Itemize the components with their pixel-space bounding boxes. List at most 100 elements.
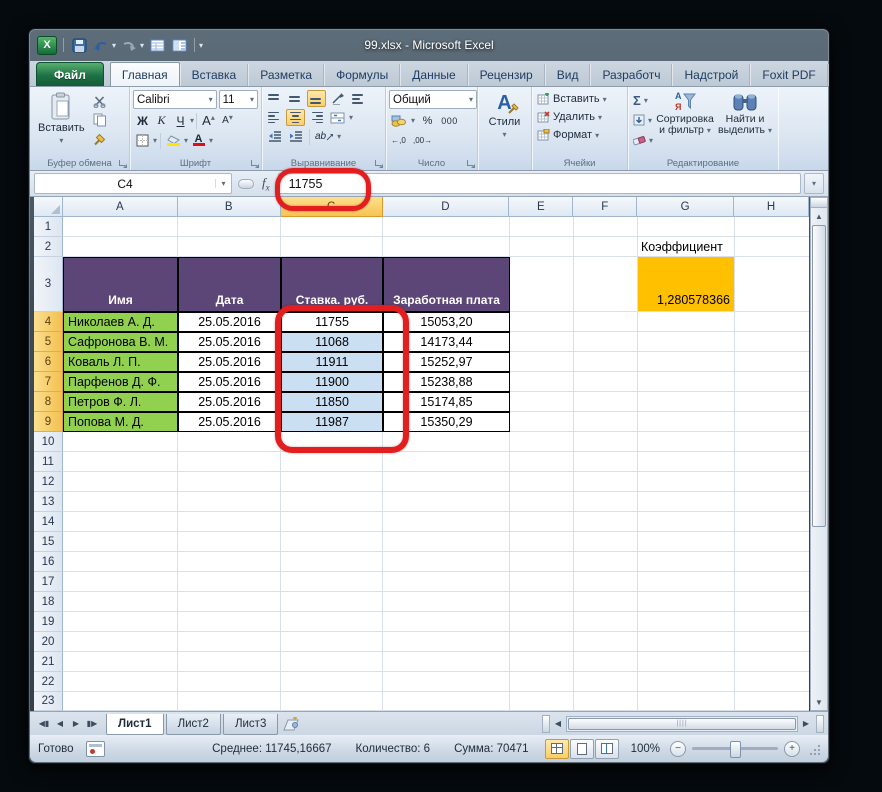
dialog-launcher-icon[interactable] bbox=[118, 159, 127, 168]
cell-E14[interactable] bbox=[510, 512, 574, 532]
cell-A22[interactable] bbox=[63, 672, 178, 692]
fill-color-dropdown-icon[interactable]: ▾ bbox=[184, 136, 188, 145]
cell-G14[interactable] bbox=[638, 512, 735, 532]
row-header-14[interactable]: 14 bbox=[34, 512, 63, 532]
customize-qat-icon[interactable]: ▾ bbox=[199, 41, 203, 50]
cell-A2[interactable] bbox=[63, 237, 178, 257]
row-header-5[interactable]: 5 bbox=[34, 332, 63, 352]
cell-C3[interactable]: Ставка. руб. bbox=[281, 257, 383, 312]
cell-B17[interactable] bbox=[178, 572, 281, 592]
align-right-icon[interactable] bbox=[307, 109, 326, 126]
tab-file[interactable]: Файл bbox=[36, 62, 104, 86]
align-bottom-icon[interactable] bbox=[307, 90, 326, 107]
align-center-icon[interactable] bbox=[286, 109, 305, 126]
font-size-select[interactable]: 11▾ bbox=[219, 90, 258, 109]
cell-C15[interactable] bbox=[281, 532, 383, 552]
zoom-slider-thumb[interactable] bbox=[730, 741, 741, 758]
ribbon-tab-0[interactable]: Главная bbox=[110, 62, 180, 86]
orientation-icon[interactable] bbox=[328, 90, 347, 107]
macro-record-icon[interactable] bbox=[86, 741, 105, 757]
cell-C5[interactable]: 11068 bbox=[281, 332, 383, 352]
row-header-3[interactable]: 3 bbox=[34, 257, 63, 312]
row-header-10[interactable]: 10 bbox=[34, 432, 63, 452]
cell-E2[interactable] bbox=[510, 237, 574, 257]
cell-H5[interactable] bbox=[735, 332, 809, 352]
cell-F21[interactable] bbox=[574, 652, 638, 672]
row-header-20[interactable]: 20 bbox=[34, 632, 63, 652]
increase-indent-icon[interactable] bbox=[286, 128, 305, 145]
ribbon-tab-4[interactable]: Данные bbox=[400, 64, 467, 86]
page-break-view-button[interactable] bbox=[595, 739, 619, 759]
cell-D16[interactable] bbox=[383, 552, 510, 572]
ribbon-tab-3[interactable]: Формулы bbox=[324, 64, 400, 86]
cell-B15[interactable] bbox=[178, 532, 281, 552]
cell-F11[interactable] bbox=[574, 452, 638, 472]
cell-B4[interactable]: 25.05.2016 bbox=[178, 312, 281, 332]
column-header-F[interactable]: F bbox=[573, 197, 637, 217]
resize-grip[interactable] bbox=[808, 743, 820, 755]
column-header-G[interactable]: G bbox=[637, 197, 734, 217]
cell-A20[interactable] bbox=[63, 632, 178, 652]
cell-B1[interactable] bbox=[178, 217, 281, 237]
cell-H1[interactable] bbox=[735, 217, 809, 237]
prev-sheet-icon[interactable]: ◀ bbox=[52, 716, 68, 732]
cell-E20[interactable] bbox=[510, 632, 574, 652]
italic-button[interactable]: К bbox=[152, 112, 171, 129]
cell-B7[interactable]: 25.05.2016 bbox=[178, 372, 281, 392]
cell-A4[interactable]: Николаев А. Д. bbox=[63, 312, 178, 332]
zoom-out-icon[interactable]: − bbox=[670, 741, 686, 757]
cell-E17[interactable] bbox=[510, 572, 574, 592]
row-header-4[interactable]: 4 bbox=[34, 312, 63, 332]
dialog-launcher-icon[interactable] bbox=[466, 159, 475, 168]
row-header-12[interactable]: 12 bbox=[34, 472, 63, 492]
cell-D7[interactable]: 15238,88 bbox=[383, 372, 510, 392]
cell-H2[interactable] bbox=[735, 237, 809, 257]
cell-G11[interactable] bbox=[638, 452, 735, 472]
cell-B12[interactable] bbox=[178, 472, 281, 492]
cell-E7[interactable] bbox=[510, 372, 574, 392]
ribbon-tab-6[interactable]: Вид bbox=[545, 64, 591, 86]
horizontal-split-handle[interactable] bbox=[542, 715, 550, 733]
scroll-left-icon[interactable]: ◀ bbox=[550, 716, 566, 732]
font-name-select[interactable]: Calibri▾ bbox=[133, 90, 217, 109]
cell-H10[interactable] bbox=[735, 432, 809, 452]
cell-G23[interactable] bbox=[638, 692, 735, 711]
cell-H17[interactable] bbox=[735, 572, 809, 592]
cell-A23[interactable] bbox=[63, 692, 178, 711]
cell-G16[interactable] bbox=[638, 552, 735, 572]
cell-F13[interactable] bbox=[574, 492, 638, 512]
cell-A10[interactable] bbox=[63, 432, 178, 452]
cell-H11[interactable] bbox=[735, 452, 809, 472]
paste-button[interactable]: Вставить ▾ bbox=[33, 90, 90, 147]
merge-center-icon[interactable] bbox=[328, 109, 347, 126]
cell-B16[interactable] bbox=[178, 552, 281, 572]
currency-icon[interactable] bbox=[389, 112, 408, 129]
cell-D12[interactable] bbox=[383, 472, 510, 492]
cell-H6[interactable] bbox=[735, 352, 809, 372]
horizontal-scroll-thumb[interactable]: |||| bbox=[568, 718, 796, 730]
cell-G15[interactable] bbox=[638, 532, 735, 552]
cell-F9[interactable] bbox=[574, 412, 638, 432]
zoom-level[interactable]: 100% bbox=[631, 743, 660, 755]
cell-H20[interactable] bbox=[735, 632, 809, 652]
sheet-tab-1[interactable]: Лист2 bbox=[166, 714, 221, 735]
cell-C21[interactable] bbox=[281, 652, 383, 672]
cell-F3[interactable] bbox=[574, 257, 638, 312]
next-sheet-icon[interactable]: ▶ bbox=[68, 716, 84, 732]
cell-F2[interactable] bbox=[574, 237, 638, 257]
name-box-resize-handle[interactable] bbox=[238, 179, 254, 189]
clear-button[interactable]: ▾ bbox=[631, 131, 655, 149]
cell-B21[interactable] bbox=[178, 652, 281, 672]
row-header-15[interactable]: 15 bbox=[34, 532, 63, 552]
cell-E4[interactable] bbox=[510, 312, 574, 332]
cell-E6[interactable] bbox=[510, 352, 574, 372]
cell-A13[interactable] bbox=[63, 492, 178, 512]
scroll-up-icon[interactable]: ▲ bbox=[811, 208, 827, 224]
decrease-decimal-icon[interactable]: ,00→ bbox=[412, 132, 433, 149]
cell-D21[interactable] bbox=[383, 652, 510, 672]
cell-G19[interactable] bbox=[638, 612, 735, 632]
cell-H12[interactable] bbox=[735, 472, 809, 492]
cell-F14[interactable] bbox=[574, 512, 638, 532]
dialog-launcher-icon[interactable] bbox=[374, 159, 383, 168]
row-header-7[interactable]: 7 bbox=[34, 372, 63, 392]
